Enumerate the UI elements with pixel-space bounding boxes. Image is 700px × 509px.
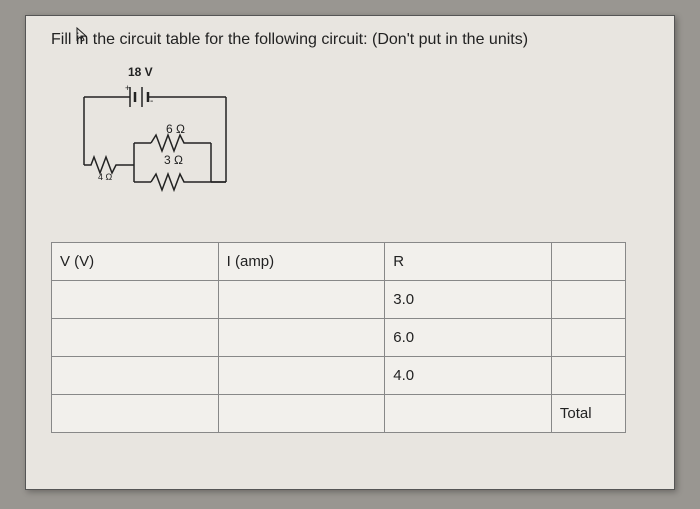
cell-i[interactable]: [218, 281, 385, 319]
cell-v[interactable]: [52, 281, 219, 319]
header-voltage: V (V): [52, 243, 219, 281]
question-paper: Fill in the circuit table for the follow…: [25, 15, 675, 490]
table-row: 6.0: [52, 319, 626, 357]
cell-i[interactable]: [218, 357, 385, 395]
cell-r: 3.0: [385, 281, 552, 319]
cell-r: 4.0: [385, 357, 552, 395]
header-resistance: R: [385, 243, 552, 281]
table-row: Total: [52, 395, 626, 433]
cell-v[interactable]: [52, 319, 219, 357]
cell-i[interactable]: [218, 395, 385, 433]
table-row: 3.0: [52, 281, 626, 319]
cell-i[interactable]: [218, 319, 385, 357]
table-header-row: V (V) I (amp) R: [52, 243, 626, 281]
header-blank: [551, 243, 625, 281]
cursor-icon: [75, 26, 89, 44]
cell-r[interactable]: [385, 395, 552, 433]
question-text: Fill in the circuit table for the follow…: [51, 31, 649, 49]
svg-text:+: +: [125, 83, 130, 93]
cell-total: Total: [551, 395, 625, 433]
table-row: 4.0: [52, 357, 626, 395]
cell-r: 6.0: [385, 319, 552, 357]
cell-tag: [551, 319, 625, 357]
cell-tag: [551, 357, 625, 395]
circuit-diagram: 18 V 6 Ω 3 Ω 4 Ω + -: [66, 67, 256, 227]
cell-v[interactable]: [52, 395, 219, 433]
circuit-table: V (V) I (amp) R 3.0 6.0 4.0 Total: [51, 242, 626, 433]
circuit-svg: + -: [66, 67, 256, 227]
svg-text:-: -: [150, 96, 153, 107]
header-current: I (amp): [218, 243, 385, 281]
cell-v[interactable]: [52, 357, 219, 395]
question-label: Fill in the circuit table for the follow…: [51, 31, 528, 48]
cell-tag: [551, 281, 625, 319]
